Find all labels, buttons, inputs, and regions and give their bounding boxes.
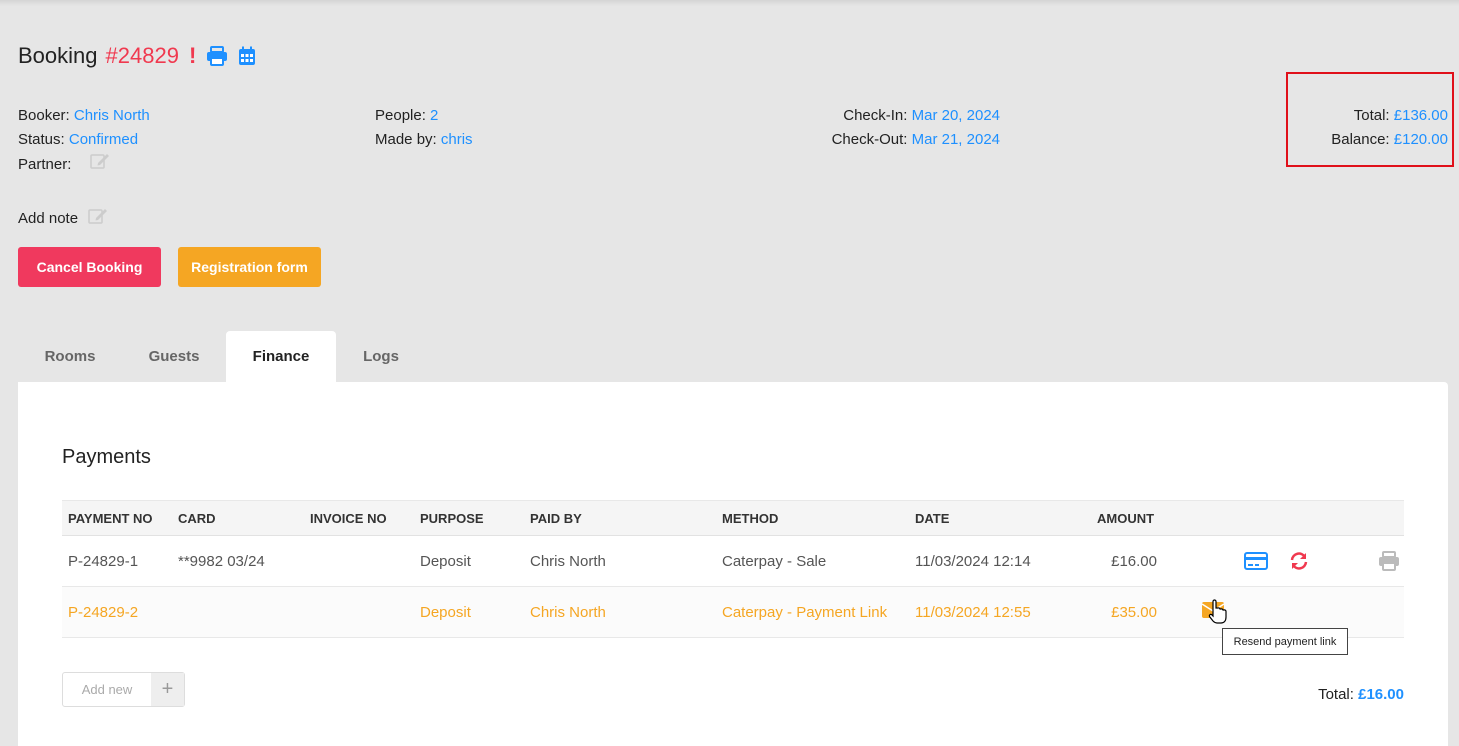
col-amount: AMOUNT <box>1097 510 1155 526</box>
edit-partner-icon[interactable] <box>89 152 110 178</box>
purpose: Deposit <box>420 552 471 570</box>
credit-card-icon[interactable] <box>1244 536 1268 586</box>
col-paid-by: PAID BY <box>530 510 582 526</box>
totals-highlight-box <box>1286 72 1454 167</box>
calendar-icon[interactable] <box>238 46 256 66</box>
col-invoice-no: INVOICE NO <box>310 510 387 526</box>
made-by-link[interactable]: chris <box>441 131 473 148</box>
registration-form-button[interactable]: Registration form <box>178 247 321 287</box>
checkin-label: Check-In: <box>843 107 908 124</box>
col-method: METHOD <box>722 510 779 526</box>
col-card: CARD <box>178 510 216 526</box>
top-shadow <box>0 0 1459 6</box>
people-value[interactable]: 2 <box>430 107 438 124</box>
payments-total-value: £16.00 <box>1358 686 1404 703</box>
card: **9982 03/24 <box>178 552 265 570</box>
date: 11/03/2024 12:14 <box>915 552 1031 570</box>
add-note[interactable]: Add note <box>18 206 108 230</box>
page-title: Booking <box>18 43 98 68</box>
cancel-booking-button[interactable]: Cancel Booking <box>18 247 161 287</box>
tab-logs[interactable]: Logs <box>336 331 426 382</box>
table-row[interactable]: P-24829-1 **9982 03/24 Deposit Chris Nor… <box>62 536 1404 587</box>
method: Caterpay - Payment Link <box>722 603 888 621</box>
finance-panel: Payments PAYMENT NO CARD INVOICE NO PURP… <box>18 382 1448 746</box>
purpose: Deposit <box>420 603 471 621</box>
date: 11/03/2024 12:55 <box>915 603 1031 621</box>
table-row[interactable]: P-24829-2 Deposit Chris North Caterpay -… <box>62 587 1404 638</box>
amount: £16.00 <box>1111 552 1157 570</box>
amount: £35.00 <box>1111 603 1157 621</box>
partner-label: Partner: <box>18 155 72 173</box>
booking-title: Booking #24829 ! <box>18 42 256 70</box>
plus-icon[interactable]: + <box>151 673 184 706</box>
payment-no: P-24829-1 <box>68 552 139 570</box>
paid-by: Chris North <box>530 603 606 621</box>
checkout-value[interactable]: Mar 21, 2024 <box>912 131 1000 148</box>
status-label: Status: <box>18 131 65 148</box>
booker-label: Booker: <box>18 107 70 124</box>
edit-note-icon[interactable] <box>88 207 108 229</box>
resend-link-tooltip: Resend payment link <box>1222 628 1348 655</box>
add-new-label[interactable]: Add new <box>63 673 151 706</box>
add-new-payment[interactable]: Add new + <box>62 672 185 707</box>
checkin-value[interactable]: Mar 20, 2024 <box>912 107 1000 124</box>
add-note-label: Add note <box>18 209 79 227</box>
payments-total: Total: £16.00 <box>1250 686 1404 703</box>
checkout-label: Check-Out: <box>831 131 908 148</box>
method: Caterpay - Sale <box>722 552 827 570</box>
booker-link[interactable]: Chris North <box>74 107 150 124</box>
booking-dates: Check-In: Mar 20, 2024 Check-Out: Mar 21… <box>760 104 1000 152</box>
tab-finance[interactable]: Finance <box>226 331 336 382</box>
booking-tabs: Rooms Guests Finance Logs <box>18 331 426 382</box>
tab-rooms[interactable]: Rooms <box>18 331 122 382</box>
col-date: DATE <box>915 510 950 526</box>
booking-id: #24829 <box>105 43 179 68</box>
refund-icon[interactable] <box>1289 536 1309 586</box>
print-icon[interactable] <box>206 46 228 66</box>
print-icon[interactable] <box>1378 536 1400 586</box>
col-payment-no: PAYMENT NO <box>68 510 153 526</box>
alert-icon: ! <box>188 43 197 68</box>
made-by-label: Made by: <box>375 131 437 148</box>
payments-title: Payments <box>62 446 151 468</box>
col-purpose: PURPOSE <box>420 510 484 526</box>
status-value[interactable]: Confirmed <box>69 131 138 148</box>
tab-guests[interactable]: Guests <box>122 331 226 382</box>
payment-no: P-24829-2 <box>68 603 139 621</box>
people-label: People: <box>375 107 426 124</box>
booking-info-left: Booker: Chris North Status: Confirmed Pa… <box>18 104 150 178</box>
paid-by: Chris North <box>530 552 606 570</box>
payments-total-label: Total: <box>1318 686 1354 703</box>
booking-info-middle: People: 2 Made by: chris <box>375 104 473 152</box>
payments-table-header: PAYMENT NO CARD INVOICE NO PURPOSE PAID … <box>62 500 1404 536</box>
